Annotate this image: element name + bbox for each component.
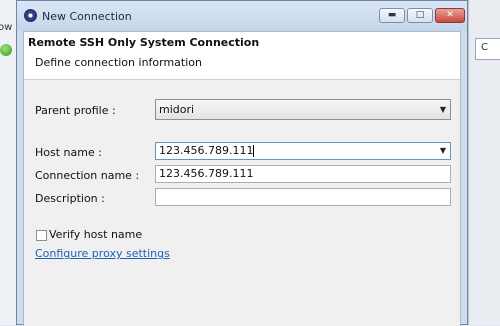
background-right-panel: C: [468, 0, 500, 325]
verify-host-checkbox[interactable]: [36, 230, 47, 241]
chevron-down-icon[interactable]: ▼: [440, 143, 446, 159]
background-left-panel: ow: [0, 0, 17, 325]
chevron-down-icon[interactable]: ▼: [440, 100, 446, 119]
wizard-description: Define connection information: [35, 56, 202, 69]
parent-profile-label: Parent profile :: [35, 104, 116, 117]
connection-name-input[interactable]: 123.456.789.111: [155, 165, 451, 183]
background-partial-text: ow: [0, 22, 13, 33]
host-name-label: Host name :: [35, 146, 102, 159]
verify-host-label[interactable]: Verify host name: [49, 228, 142, 241]
connection-name-value: 123.456.789.111: [159, 167, 254, 180]
connection-name-label: Connection name :: [35, 169, 140, 182]
parent-profile-select[interactable]: midori ▼: [155, 99, 451, 120]
window-title: New Connection: [42, 10, 132, 23]
dialog-content: Remote SSH Only System Connection Define…: [23, 31, 461, 326]
minimize-button[interactable]: ▬: [379, 8, 405, 23]
title-bar[interactable]: New Connection ▬ □ ✕: [17, 1, 467, 31]
description-input[interactable]: [155, 188, 451, 206]
new-connection-dialog: New Connection ▬ □ ✕ Remote SSH Only Sys…: [16, 0, 468, 326]
wizard-title: Remote SSH Only System Connection: [28, 36, 260, 49]
maximize-button[interactable]: □: [407, 8, 433, 23]
host-name-value: 123.456.789.111: [159, 144, 254, 157]
description-label: Description :: [35, 192, 105, 205]
run-icon[interactable]: [0, 44, 12, 56]
parent-profile-value: midori: [159, 103, 195, 116]
background-field[interactable]: C: [475, 38, 500, 60]
wizard-header: Remote SSH Only System Connection Define…: [24, 32, 460, 80]
configure-proxy-link[interactable]: Configure proxy settings: [35, 247, 170, 260]
eclipse-icon: [24, 9, 37, 22]
close-button[interactable]: ✕: [435, 8, 465, 23]
text-caret: [253, 145, 255, 157]
host-name-combo[interactable]: 123.456.789.111 ▼: [155, 142, 451, 160]
background-field-text: C: [481, 42, 488, 53]
